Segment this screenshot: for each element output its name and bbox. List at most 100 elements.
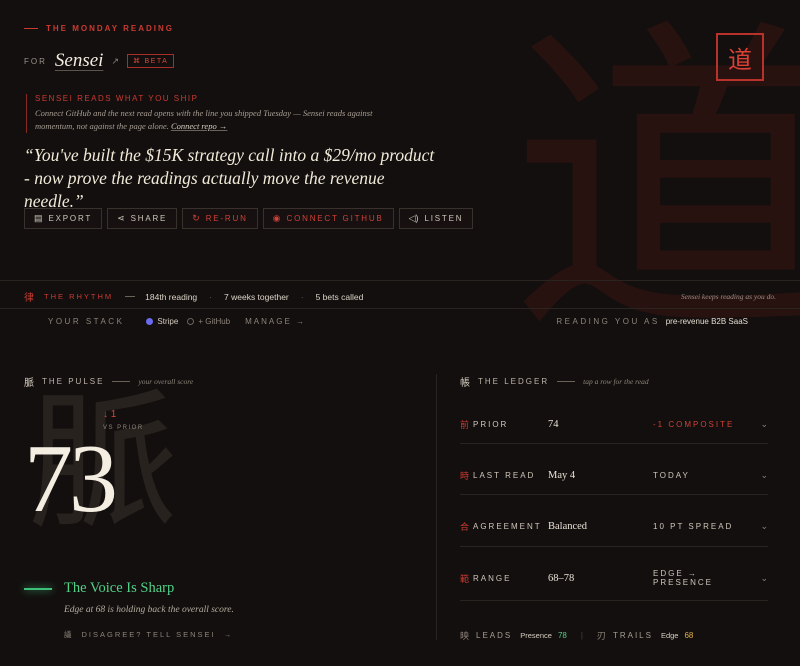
reading-as-value: pre-revenue B2B SaaS [665, 317, 748, 326]
leads-glyph: 映 [460, 632, 470, 642]
row-note: 10 PT SPREAD [653, 521, 734, 531]
row-glyph: 時 [460, 471, 470, 482]
arrow-right-icon: → [223, 630, 234, 639]
row-key: AGREEMENT [473, 521, 542, 531]
chevron-down-icon[interactable]: ⌄ [760, 573, 768, 584]
separator-bar: | [580, 631, 583, 640]
separator-dot: · [209, 291, 213, 302]
refresh-icon: ↻ [192, 213, 200, 223]
rerun-label: RE-RUN [205, 214, 248, 223]
connect-repo-link[interactable]: Connect repo → [171, 121, 227, 131]
score-delta: ↓ 1 [103, 409, 117, 420]
chevron-down-icon[interactable]: ⌄ [760, 521, 768, 532]
voice-body: Edge at 68 is holding back the overall s… [64, 605, 234, 615]
ledger-subtitle: tap a row for the read [583, 377, 649, 386]
for-row: FOR Sensei ↗ ⌘ BETA [24, 50, 175, 72]
connected-dot-icon [146, 318, 154, 325]
ledger-row-agreement[interactable]: 合 AGREEMENT Balanced 10 PT SPREAD ⌄ [460, 500, 770, 552]
manage-link[interactable]: MANAGE → [245, 317, 306, 326]
ledger-row-range[interactable]: 範 RANGE 68–78 EDGE → PRESENCE ⌄ [460, 552, 770, 604]
rhythm-dash [125, 296, 136, 297]
kicker: THE MONDAY READING [24, 24, 174, 33]
row-note: EDGE → PRESENCE [653, 569, 714, 587]
leads-value: 78 [557, 631, 567, 640]
share-button[interactable]: ⋖ SHARE [107, 208, 178, 229]
external-link-icon[interactable]: ↗ [111, 56, 119, 67]
disagree-link[interactable]: 議 DISAGREE? TELL SENSEI → [64, 629, 233, 640]
divider [0, 308, 800, 309]
command-icon: ⌘ [132, 58, 142, 65]
rhythm-bets: 5 bets called [315, 291, 364, 302]
stack-chip-label: Stripe [157, 317, 179, 326]
stack-chip-stripe[interactable]: Stripe [146, 317, 178, 326]
rhythm-bar: 律 THE RHYTHM 184th reading · 7 weeks tog… [24, 289, 776, 305]
row-glyph: 合 [460, 522, 470, 533]
voice-indicator [24, 588, 52, 590]
rhythm-note: Sensei keeps reading as you do. [680, 292, 776, 301]
share-icon: ⋖ [117, 213, 125, 223]
divider [0, 280, 800, 281]
github-icon: ◉ [272, 213, 281, 223]
ledger-rule [557, 381, 576, 382]
rerun-button[interactable]: ↻ RE-RUN [182, 208, 258, 229]
column-divider [436, 374, 437, 640]
row-value: 74 [548, 418, 559, 430]
document-icon: ▤ [34, 213, 43, 223]
seal-stamp: 道 [716, 33, 764, 81]
score-delta-label: VS PRIOR [103, 425, 144, 431]
speaker-icon: ◁) [408, 213, 419, 223]
notice-title: SENSEI READS WHAT YOU SHIP [35, 94, 199, 103]
stack-bar: YOUR STACK Stripe + GitHub MANAGE → READ… [48, 317, 748, 326]
chevron-down-icon[interactable]: ⌄ [760, 419, 768, 430]
rhythm-glyph: 律 [24, 293, 34, 304]
trails-value: 68 [684, 631, 694, 640]
trails-name: Edge [660, 631, 679, 640]
overall-score: 73 [24, 425, 118, 533]
row-divider [460, 600, 768, 601]
connect-github-label: CONNECT GITHUB [286, 214, 384, 223]
voice-title: The Voice Is Sharp [64, 580, 175, 596]
listen-label: LISTEN [424, 214, 464, 223]
stack-label: YOUR STACK [48, 317, 125, 326]
row-value: May 4 [548, 469, 576, 481]
stack-chip-github[interactable]: + GitHub [187, 317, 230, 326]
user-name-link[interactable]: Sensei [55, 50, 104, 72]
reading-as: READING YOU AS pre-revenue B2B SaaS [556, 317, 748, 326]
ledger-glyph: 帳 [460, 378, 470, 389]
for-label: FOR [24, 56, 47, 66]
row-divider [460, 546, 768, 547]
row-glyph: 前 [460, 420, 470, 431]
action-bar: ▤ EXPORT ⋖ SHARE ↻ RE-RUN ◉ CONNECT GITH… [24, 208, 474, 229]
separator-dot: · [300, 291, 304, 302]
github-notice: SENSEI READS WHAT YOU SHIP Connect GitHu… [26, 94, 386, 133]
kicker-rule [24, 28, 38, 29]
row-key: RANGE [473, 573, 512, 583]
notice-body: Connect GitHub and the next read opens w… [35, 107, 386, 133]
reading-as-label: READING YOU AS [556, 317, 660, 326]
connect-github-button[interactable]: ◉ CONNECT GITHUB [262, 208, 394, 229]
beta-badge: ⌘ BETA [126, 54, 175, 68]
listen-button[interactable]: ◁) LISTEN [398, 208, 474, 229]
trails-glyph: 刃 [596, 632, 606, 642]
row-value: 68–78 [548, 572, 575, 584]
trails-label: TRAILS [612, 631, 653, 640]
row-key: PRIOR [473, 419, 509, 429]
row-value: Balanced [548, 520, 588, 532]
row-divider [460, 443, 768, 444]
export-button[interactable]: ▤ EXPORT [24, 208, 103, 229]
beta-label: BETA [144, 57, 169, 65]
rhythm-weeks: 7 weeks together [224, 291, 289, 302]
row-glyph: 範 [460, 574, 470, 585]
disconnected-dot-icon [187, 318, 195, 325]
row-note: -1 COMPOSITE [653, 419, 735, 429]
share-label: SHARE [130, 214, 168, 223]
stack-chip-label: + GitHub [198, 317, 231, 326]
ledger-header: 帳 THE LEDGER tap a row for the read [460, 374, 649, 389]
disagree-glyph: 議 [64, 630, 74, 639]
rhythm-reading-count: 184th reading [145, 291, 198, 302]
chevron-down-icon[interactable]: ⌄ [760, 470, 768, 481]
reading-quote: “You've built the $15K strategy call int… [24, 145, 435, 211]
disagree-label: DISAGREE? TELL SENSEI [81, 630, 216, 639]
row-note: TODAY [653, 470, 690, 480]
row-key: LAST READ [473, 470, 536, 480]
